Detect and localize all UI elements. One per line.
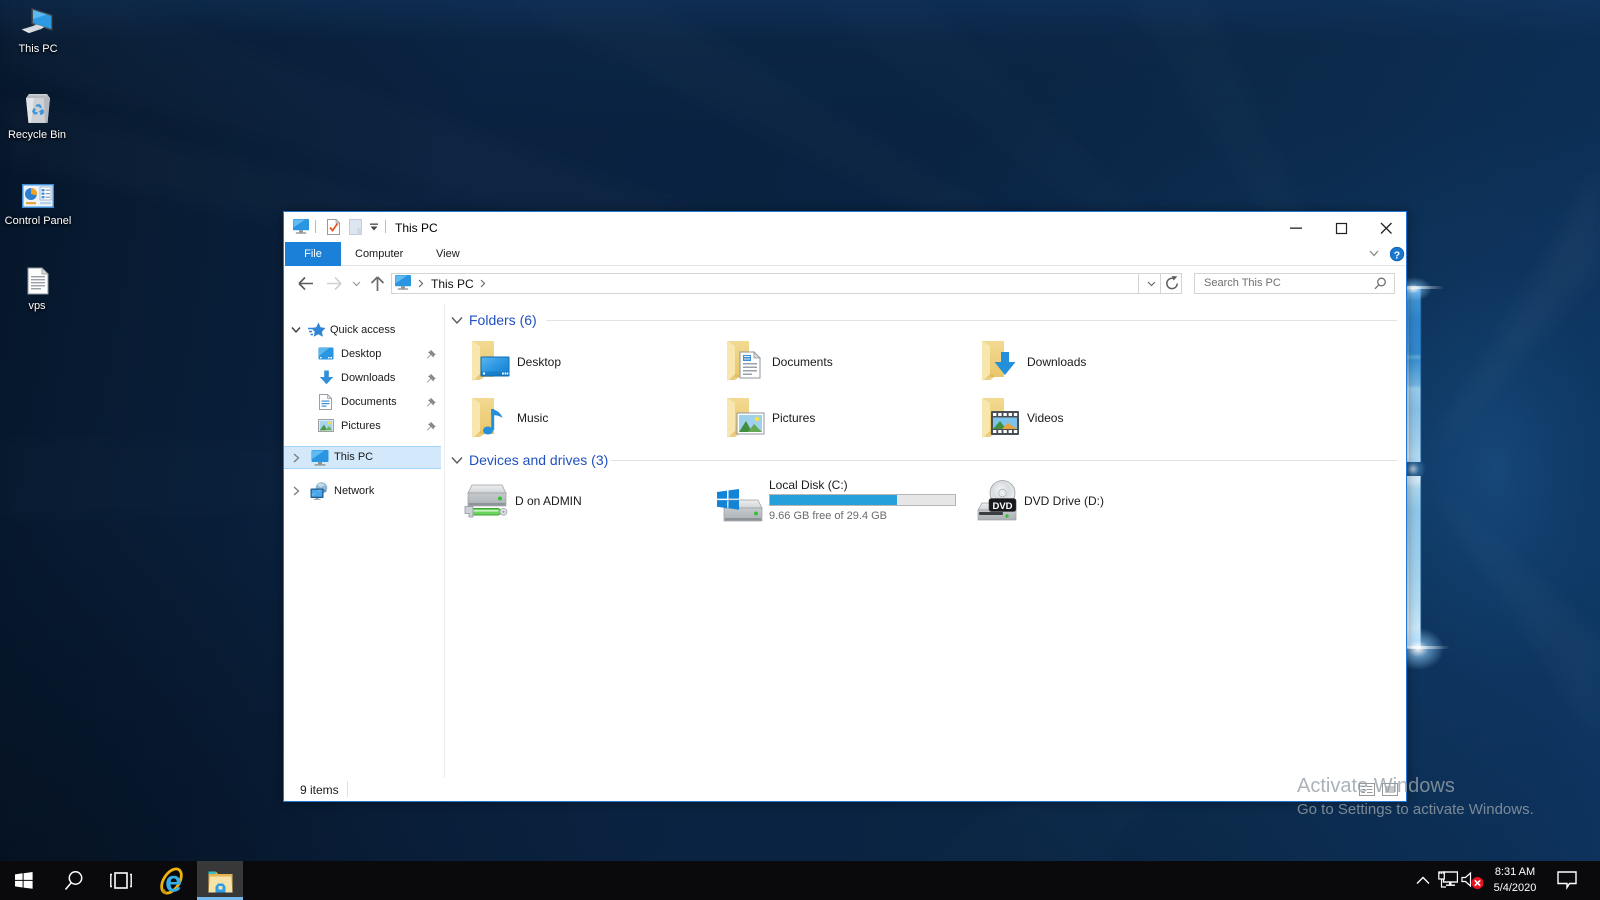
svg-text:?: ? [1394,250,1400,262]
svg-text:DVD: DVD [992,501,1012,512]
svg-text:e: e [165,866,182,896]
